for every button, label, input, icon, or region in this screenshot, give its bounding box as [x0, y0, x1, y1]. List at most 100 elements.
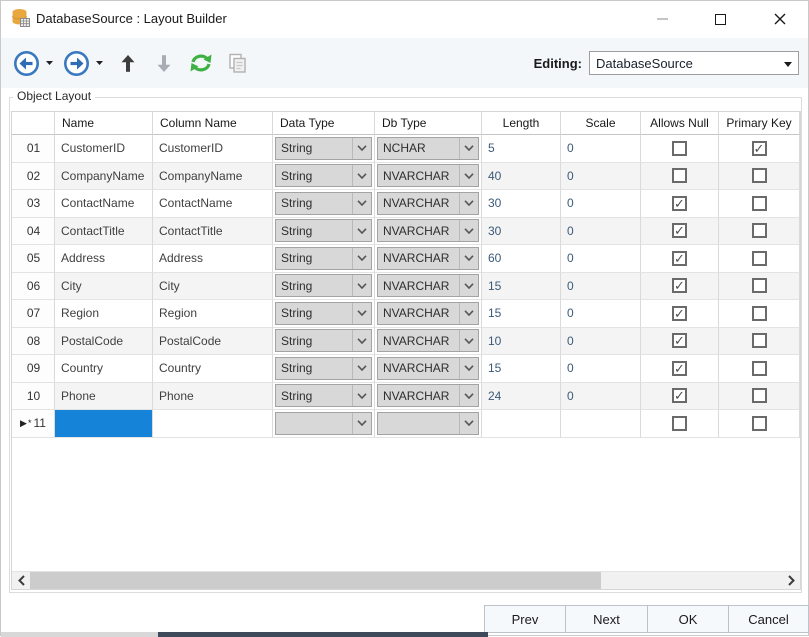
cell-column-name[interactable]: Region — [153, 300, 273, 328]
db-type-dropdown[interactable]: NVARCHAR — [377, 329, 479, 352]
primary-key-checkbox[interactable] — [752, 416, 767, 431]
editing-combobox[interactable]: DatabaseSource — [589, 51, 799, 75]
db-type-dropdown[interactable]: NVARCHAR — [377, 247, 479, 270]
primary-key-checkbox[interactable] — [752, 333, 767, 348]
chevron-down-icon[interactable] — [459, 248, 478, 269]
column-header-rownum[interactable] — [12, 112, 55, 135]
chevron-down-icon[interactable] — [352, 330, 371, 351]
db-type-dropdown[interactable]: NVARCHAR — [377, 302, 479, 325]
allows-null-checkbox[interactable] — [672, 223, 687, 238]
cell-scale[interactable]: 0 — [561, 355, 641, 383]
row-header[interactable]: 10 — [12, 383, 55, 411]
chevron-down-icon[interactable] — [352, 385, 371, 406]
primary-key-checkbox[interactable] — [752, 196, 767, 211]
row-header[interactable]: 08 — [12, 328, 55, 356]
cell-length[interactable]: 60 — [482, 245, 561, 273]
cell-name[interactable] — [55, 410, 153, 438]
primary-key-checkbox[interactable] — [752, 223, 767, 238]
chevron-down-icon[interactable] — [352, 358, 371, 379]
cell-length[interactable]: 30 — [482, 190, 561, 218]
chevron-down-icon[interactable] — [459, 138, 478, 159]
data-type-dropdown[interactable]: String — [275, 329, 372, 352]
maximize-button[interactable] — [698, 1, 742, 37]
row-header[interactable]: 02 — [12, 163, 55, 191]
move-up-button[interactable] — [121, 46, 135, 80]
cell-length[interactable] — [482, 410, 561, 438]
row-header[interactable]: ▶*11 — [12, 410, 55, 438]
column-header-data-type[interactable]: Data Type — [273, 112, 375, 135]
column-header-db-type[interactable]: Db Type — [375, 112, 482, 135]
data-type-dropdown[interactable]: String — [275, 164, 372, 187]
data-type-dropdown[interactable]: String — [275, 247, 372, 270]
row-header[interactable]: 06 — [12, 273, 55, 301]
cell-scale[interactable]: 0 — [561, 273, 641, 301]
cell-name[interactable]: ContactName — [55, 190, 153, 218]
cell-length[interactable]: 15 — [482, 300, 561, 328]
chevron-down-icon[interactable] — [352, 248, 371, 269]
primary-key-checkbox[interactable] — [752, 361, 767, 376]
db-type-dropdown[interactable]: NVARCHAR — [377, 274, 479, 297]
data-type-dropdown[interactable]: String — [275, 192, 372, 215]
cell-name[interactable]: ContactTitle — [55, 218, 153, 246]
column-header-scale[interactable]: Scale — [561, 112, 641, 135]
cell-column-name[interactable]: Country — [153, 355, 273, 383]
primary-key-checkbox[interactable] — [752, 168, 767, 183]
row-header[interactable]: 03 — [12, 190, 55, 218]
allows-null-checkbox[interactable] — [672, 361, 687, 376]
primary-key-checkbox[interactable] — [752, 306, 767, 321]
cell-column-name[interactable]: PostalCode — [153, 328, 273, 356]
allows-null-checkbox[interactable] — [672, 168, 687, 183]
allows-null-checkbox[interactable] — [672, 306, 687, 321]
chevron-down-icon[interactable] — [352, 165, 371, 186]
chevron-down-icon[interactable] — [352, 275, 371, 296]
cell-name[interactable]: CustomerID — [55, 135, 153, 163]
data-type-dropdown[interactable]: String — [275, 302, 372, 325]
data-type-dropdown[interactable]: String — [275, 384, 372, 407]
chevron-down-icon[interactable] — [459, 303, 478, 324]
chevron-down-icon[interactable] — [459, 220, 478, 241]
cell-length[interactable]: 5 — [482, 135, 561, 163]
cell-name[interactable]: PostalCode — [55, 328, 153, 356]
row-header[interactable]: 07 — [12, 300, 55, 328]
row-header[interactable]: 04 — [12, 218, 55, 246]
row-header[interactable]: 01 — [12, 135, 55, 163]
scroll-right-button[interactable] — [782, 572, 800, 589]
minimize-button[interactable] — [640, 1, 684, 37]
allows-null-checkbox[interactable] — [672, 141, 687, 156]
data-type-dropdown[interactable]: String — [275, 219, 372, 242]
cell-scale[interactable]: 0 — [561, 190, 641, 218]
db-type-dropdown[interactable]: NVARCHAR — [377, 384, 479, 407]
chevron-down-icon[interactable] — [352, 303, 371, 324]
column-header-length[interactable]: Length — [482, 112, 561, 135]
chevron-down-icon[interactable] — [459, 413, 478, 434]
chevron-down-icon[interactable] — [459, 275, 478, 296]
chevron-down-icon[interactable] — [352, 413, 371, 434]
move-down-button[interactable] — [157, 46, 171, 80]
forward-dropdown-button[interactable] — [96, 46, 103, 80]
chevron-down-icon[interactable] — [459, 385, 478, 406]
primary-key-checkbox[interactable] — [752, 141, 767, 156]
scroll-left-button[interactable] — [12, 572, 30, 589]
scrollbar-track[interactable] — [30, 572, 782, 589]
back-dropdown-button[interactable] — [46, 46, 53, 80]
cell-length[interactable]: 15 — [482, 355, 561, 383]
primary-key-checkbox[interactable] — [752, 251, 767, 266]
forward-button[interactable] — [63, 46, 90, 80]
cell-column-name[interactable]: CompanyName — [153, 163, 273, 191]
chevron-down-icon[interactable] — [459, 330, 478, 351]
cell-length[interactable]: 10 — [482, 328, 561, 356]
chevron-down-icon[interactable] — [352, 220, 371, 241]
cell-name[interactable]: CompanyName — [55, 163, 153, 191]
primary-key-checkbox[interactable] — [752, 278, 767, 293]
allows-null-checkbox[interactable] — [672, 333, 687, 348]
chevron-down-icon[interactable] — [352, 193, 371, 214]
cell-column-name[interactable] — [153, 410, 273, 438]
cell-length[interactable]: 30 — [482, 218, 561, 246]
allows-null-checkbox[interactable] — [672, 278, 687, 293]
chevron-down-icon[interactable] — [459, 358, 478, 379]
column-header-primary-key[interactable]: Primary Key — [719, 112, 800, 135]
data-type-dropdown[interactable]: String — [275, 357, 372, 380]
allows-null-checkbox[interactable] — [672, 251, 687, 266]
ok-button[interactable]: OK — [647, 605, 729, 633]
prev-button[interactable]: Prev — [484, 605, 566, 633]
